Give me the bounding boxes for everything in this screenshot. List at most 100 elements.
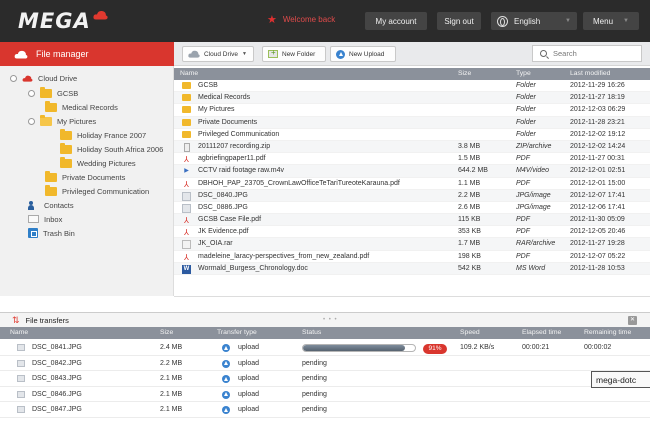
globe-icon [497, 15, 508, 27]
transfer-size: 2.1 MB [160, 406, 183, 413]
file-name: 20111207 recording.zip [198, 142, 271, 150]
file-type: JPG/image [516, 191, 551, 199]
transfer-speed: 109.2 KB/s [460, 344, 495, 351]
mega-logo[interactable]: MEGA [18, 8, 108, 34]
file-row[interactable]: DSC_0886.JPG 2.6 MB JPG/image 2012-12-06 17… [174, 202, 650, 215]
folder-icon [45, 170, 57, 182]
transfer-row[interactable]: DSC_0842.JPG 2.2 MB upload pending [0, 356, 650, 371]
column-size[interactable]: Size [458, 70, 471, 77]
sidebar-item-trash-bin[interactable]: Trash Bin [28, 226, 75, 240]
file-transfers-header[interactable]: ⇅ File transfers • • • ✕ [0, 312, 650, 327]
file-row[interactable]: DSC_0840.JPG 2.2 MB JPG/image 2012-12-07 17… [174, 189, 650, 202]
cloud-drive-dropdown[interactable]: Cloud Drive ▼ [182, 46, 254, 62]
sidebar-item-holiday-south-africa[interactable]: Holiday South Africa 2006 [60, 142, 163, 156]
transfer-size: 2.4 MB [160, 344, 183, 351]
column-name[interactable]: Name [10, 329, 28, 336]
expand-toggle[interactable] [28, 117, 35, 125]
expand-toggle[interactable] [28, 89, 35, 97]
drag-handle[interactable]: • • • [323, 317, 338, 323]
folder-icon [45, 100, 57, 112]
transfer-size: 2.1 MB [160, 390, 183, 398]
column-type[interactable]: Type [516, 70, 531, 77]
file-row[interactable]: Private Documents Folder 2012-11-28 23:21 [174, 116, 650, 129]
file-row[interactable]: Medical Records Folder 2012-11-27 18:19 [174, 92, 650, 105]
file-row[interactable]: ⅄ agbriefingpaper11.pdf 1.5 MB PDF 2012-11-2… [174, 153, 650, 166]
transfer-status: pending [302, 359, 327, 367]
transfer-type: upload [238, 359, 260, 367]
search-input[interactable]: Search [532, 45, 642, 62]
transfer-row[interactable]: DSC_0847.JPG 2.1 MB upload pending [0, 402, 650, 418]
my-account-button[interactable]: My account [365, 12, 427, 30]
sidebar-item-wedding-pictures[interactable]: Wedding Pictures [60, 156, 136, 170]
upload-icon [222, 359, 230, 368]
language-select[interactable]: English ▼ [491, 12, 577, 30]
file-row[interactable]: My Pictures Folder 2012-12-03 06:29 [174, 104, 650, 117]
file-row[interactable]: ⅄ GCSB Case File.pdf 115 KB PDF 2012-11-30 0… [174, 214, 650, 227]
transfer-list: DSC_0841.JPG 2.4 MB upload 109.2 KB/s 00:00:… [0, 340, 650, 418]
sidebar-item-cloud-drive[interactable]: Cloud Drive [10, 71, 77, 85]
file-size: 115 KB [458, 216, 481, 224]
file-type: Folder [516, 82, 536, 89]
file-modified: 2012-12-05 20:46 [570, 228, 626, 236]
column-last-modified[interactable]: Last modified [570, 70, 610, 77]
new-folder-icon [268, 48, 278, 58]
file-size: 353 KB [458, 228, 481, 236]
file-row[interactable]: JK_OIA.rar 1.7 MB RAR/archive 2012-11-27 19… [174, 238, 650, 251]
file-row[interactable]: W Wormald_Burgess_Chronology.doc 542 KB MS … [174, 262, 650, 275]
upload-icon [336, 49, 345, 59]
file-manager-header[interactable]: File manager [0, 42, 174, 66]
file-row[interactable]: ⅄ madeleine_laracy-perspectives_from_new_… [174, 251, 650, 263]
new-folder-button[interactable]: New Folder [262, 46, 326, 62]
file-type: ZIP/archive [516, 142, 552, 150]
menu-button[interactable]: Menu ▼ [583, 12, 639, 30]
sign-out-button[interactable]: Sign out [437, 12, 481, 30]
close-transfers-icon[interactable]: ✕ [628, 316, 637, 325]
pdf-icon: ⅄ [184, 228, 189, 238]
transfer-row[interactable]: DSC_0846.JPG 2.1 MB upload pending [0, 387, 650, 402]
column-size[interactable]: Size [160, 329, 173, 336]
sidebar-item-inbox[interactable]: Inbox [28, 212, 62, 226]
file-modified: 2012-11-27 19:28 [570, 240, 625, 248]
column-name[interactable]: Name [180, 70, 198, 77]
file-row[interactable]: ▶ CCTV raid footage raw.m4v 644.2 MB M4V/vi… [174, 165, 650, 178]
new-upload-label: New Upload [349, 50, 385, 58]
sidebar-item-label: GCSB [57, 88, 79, 98]
sidebar-item-privileged-communication[interactable]: Privileged Communication [45, 184, 149, 198]
file-name: DSC_0886.JPG [198, 203, 248, 211]
file-modified: 2012-12-01 15:00 [570, 179, 626, 187]
transfer-type: upload [238, 390, 260, 398]
folder-icon [182, 106, 191, 114]
sidebar-item-gcsb[interactable]: GCSB [28, 86, 78, 100]
file-row[interactable]: 20111207 recording.zip 3.8 MB ZIP/archive 2… [174, 140, 650, 154]
sidebar-item-medical-records[interactable]: Medical Records [45, 100, 118, 114]
transfer-row[interactable]: DSC_0841.JPG 2.4 MB upload 109.2 KB/s 00:00:… [0, 340, 650, 356]
file-row[interactable]: ⅄ JK Evidence.pdf 353 KB PDF 2012-12-05 20:4… [174, 226, 650, 239]
cloud-drive-icon [22, 75, 33, 82]
transfer-status: pending [302, 406, 327, 413]
sidebar-item-label: Holiday South Africa 2006 [77, 144, 164, 154]
expand-toggle[interactable] [10, 74, 17, 82]
sidebar-item-contacts[interactable]: Contacts [28, 198, 74, 212]
file-size: 3.8 MB [458, 142, 481, 150]
transfer-row[interactable]: DSC_0843.JPG 2.1 MB upload pending [0, 371, 650, 387]
file-name: Medical Records [198, 94, 251, 102]
file-size: 542 KB [458, 264, 481, 272]
sidebar-item-my-pictures[interactable]: My Pictures [28, 114, 96, 128]
file-row[interactable]: ⅄ DBHOH_PAP_23705_CrownLawOfficeTeTariTur… [174, 178, 650, 190]
sidebar-item-holiday-france[interactable]: Holiday France 2007 [60, 128, 146, 142]
column-remaining-time[interactable]: Remaining time [584, 329, 631, 336]
new-upload-button[interactable]: New Upload [330, 46, 396, 62]
file-row[interactable]: GCSB Folder 2012-11-29 16:26 [174, 80, 650, 93]
file-name: Privileged Communication [198, 130, 280, 138]
column-speed[interactable]: Speed [460, 329, 480, 336]
column-transfer-type[interactable]: Transfer type [217, 329, 257, 336]
sidebar-item-private-documents[interactable]: Private Documents [45, 170, 125, 184]
folder-icon [40, 86, 52, 98]
column-status[interactable]: Status [302, 329, 321, 336]
file-row[interactable]: Privileged Communication Folder 2012-12-02… [174, 129, 650, 141]
file-name: agbriefingpaper11.pdf [198, 155, 266, 163]
column-elapsed-time[interactable]: Elapsed time [522, 329, 561, 336]
sidebar-item-label: Wedding Pictures [77, 158, 136, 168]
progress-percent-badge: 91% [423, 344, 447, 354]
chevron-down-icon: ▼ [565, 18, 571, 24]
